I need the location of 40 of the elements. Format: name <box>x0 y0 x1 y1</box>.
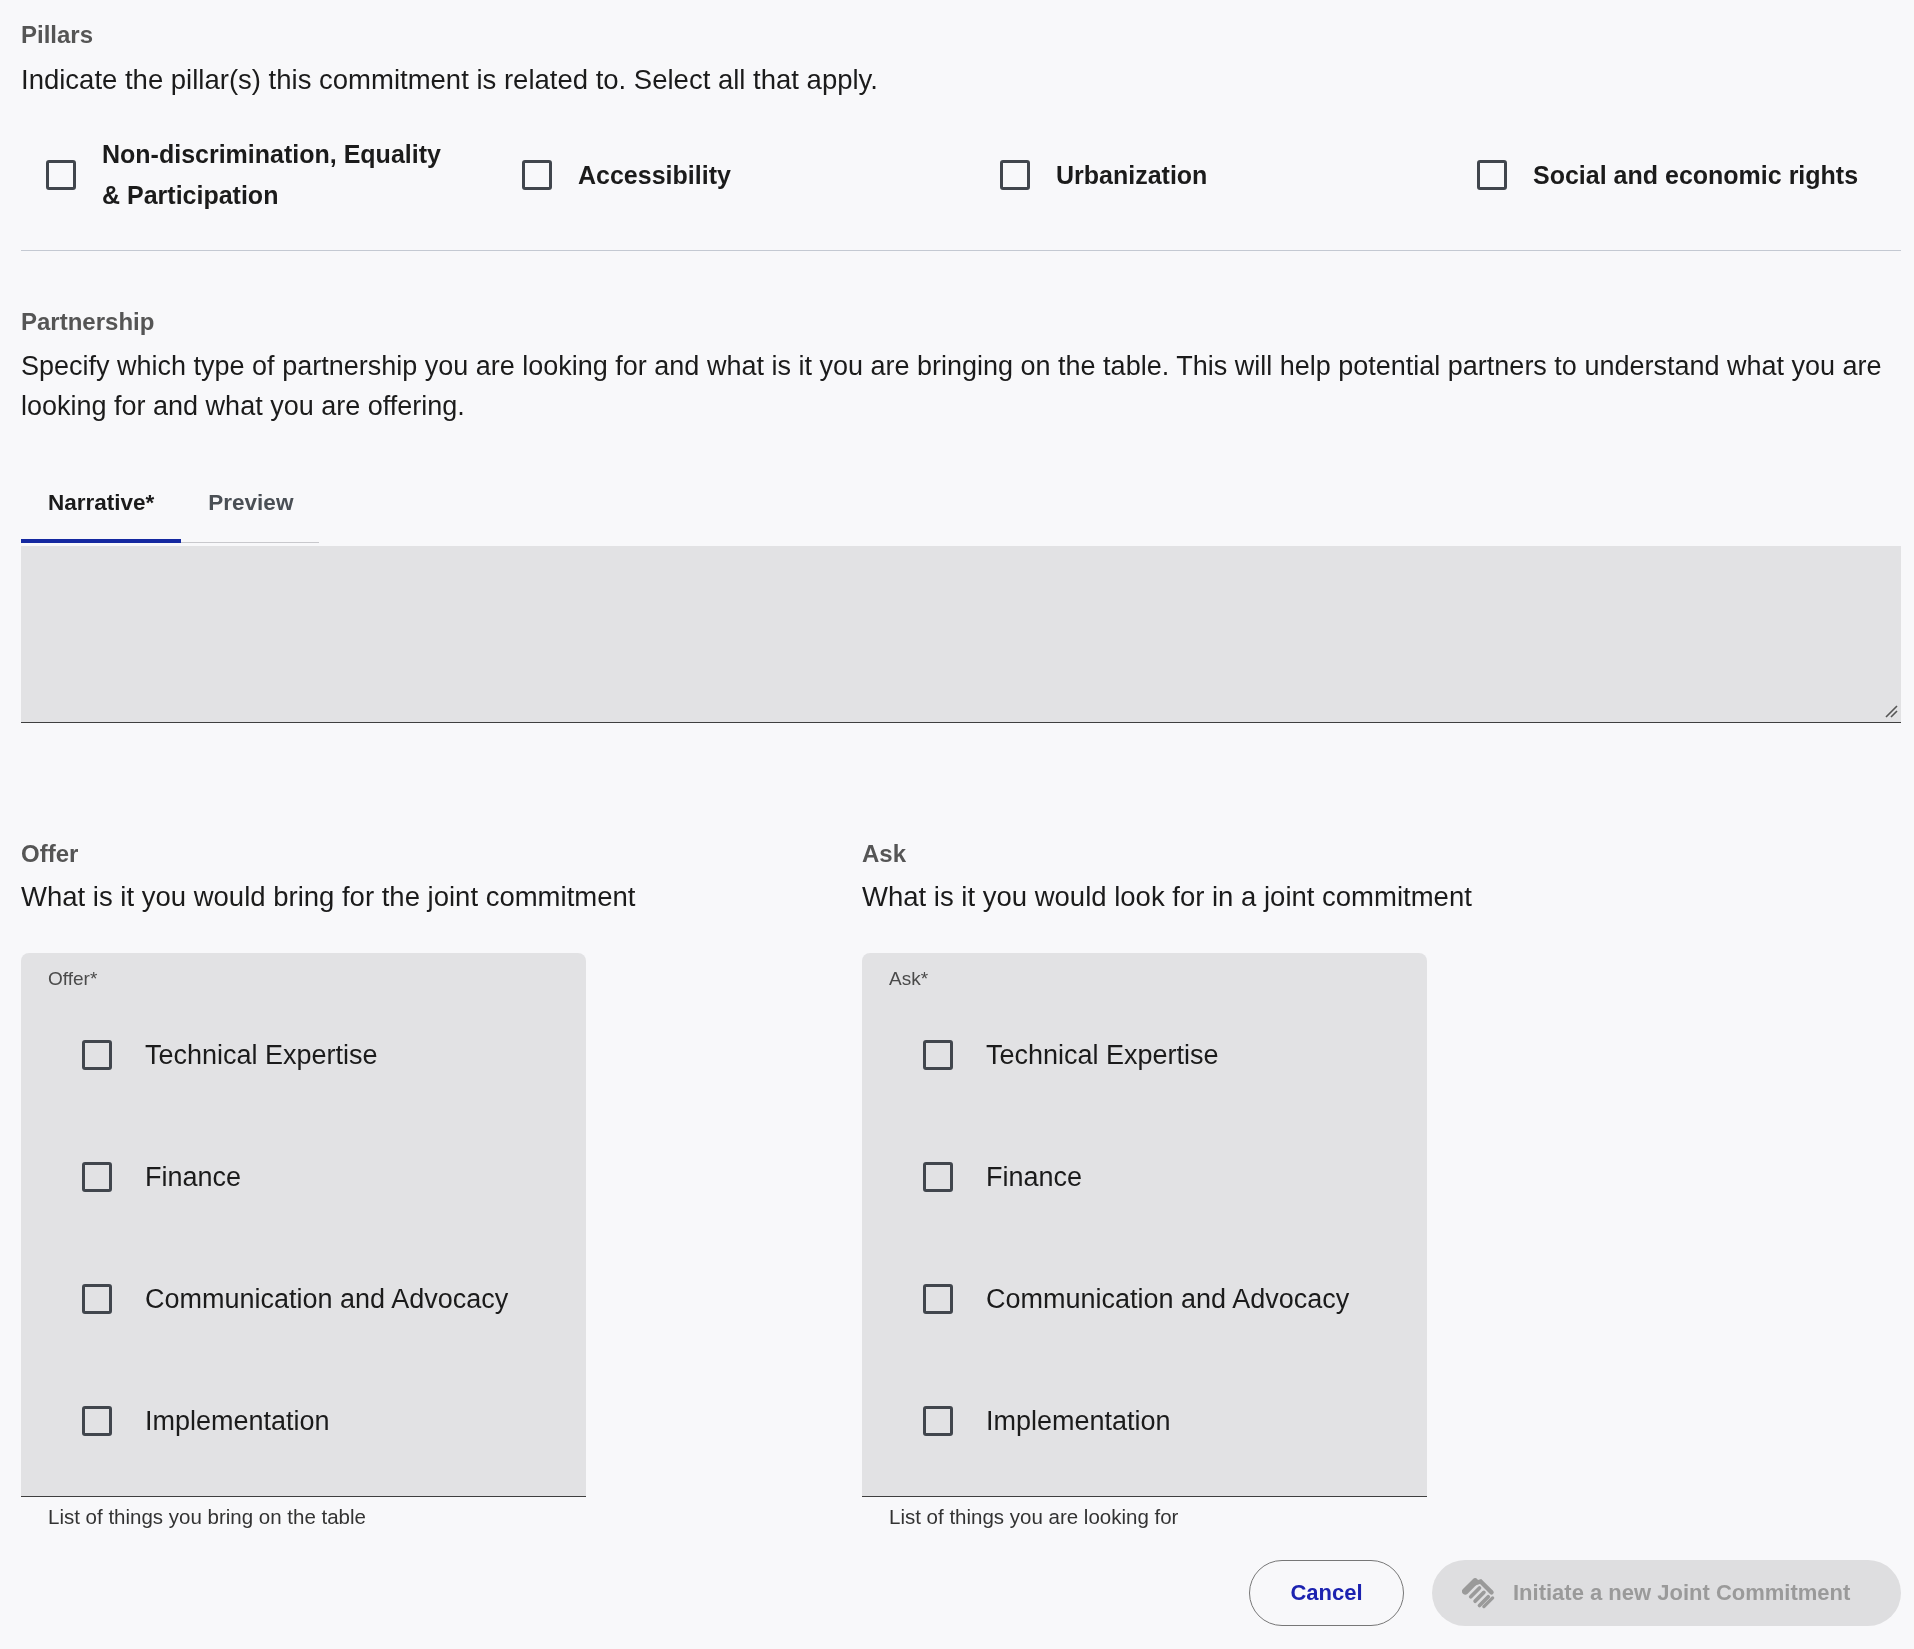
checkbox[interactable] <box>522 160 552 190</box>
checkbox[interactable] <box>82 1406 112 1436</box>
section-heading: Ask <box>862 839 908 869</box>
checkbox-label[interactable]: Implementation <box>145 1404 330 1438</box>
section-description: What is it you would bring for the joint commitment <box>21 880 637 914</box>
section-heading: Pillars <box>21 20 95 50</box>
section-description: What is it you would look for in a joint commitment <box>862 880 1473 914</box>
checkbox[interactable] <box>1477 160 1507 190</box>
checkbox[interactable] <box>923 1040 953 1070</box>
checkbox-label[interactable]: Accessibility <box>578 154 731 196</box>
checkbox-label[interactable]: Non-discrimination, Equality & Participation <box>102 134 457 216</box>
helper-text: List of things you are looking for <box>888 1505 1180 1529</box>
checkbox-label[interactable]: Social and economic rights <box>1533 154 1859 196</box>
checkbox-label[interactable]: Technical Expertise <box>145 1038 378 1072</box>
checkbox-label[interactable]: Finance <box>986 1160 1083 1194</box>
field-label: Offer* <box>48 967 99 991</box>
tab[interactable]: Preview <box>181 468 320 543</box>
checkbox-label[interactable]: Implementation <box>986 1404 1171 1438</box>
checkbox[interactable] <box>82 1040 112 1070</box>
section-heading: Partnership <box>21 307 156 337</box>
checkbox-label[interactable]: Communication and Advocacy <box>145 1282 509 1316</box>
checkbox-label[interactable]: Technical Expertise <box>986 1038 1219 1072</box>
checkbox[interactable] <box>923 1406 953 1436</box>
checkbox[interactable] <box>1000 160 1030 190</box>
field-label: Ask* <box>889 967 930 991</box>
checkbox-label[interactable]: Communication and Advocacy <box>986 1282 1350 1316</box>
checkbox[interactable] <box>923 1284 953 1314</box>
resize-handle-icon[interactable] <box>1885 705 1898 718</box>
checkbox-label[interactable]: Finance <box>145 1160 242 1194</box>
handshake-icon <box>1462 1576 1497 1610</box>
checkbox[interactable] <box>82 1162 112 1192</box>
checkbox[interactable] <box>82 1284 112 1314</box>
checkbox[interactable] <box>46 160 76 190</box>
checkbox-label[interactable]: Urbanization <box>1056 154 1208 196</box>
narrative-text-field[interactable] <box>21 546 1901 723</box>
section-heading: Offer <box>21 839 80 869</box>
section-description: Specify which type of partnership you are looking for and what is it you are bringing on the table. This will help potential partners to understand what you are looking for and what you are offering. <box>21 350 1883 423</box>
section-description: Indicate the pillar(s) this commitment is related to. Select all that apply. <box>21 63 879 97</box>
helper-text: List of things you bring on the table <box>47 1505 367 1529</box>
checkbox[interactable] <box>923 1162 953 1192</box>
